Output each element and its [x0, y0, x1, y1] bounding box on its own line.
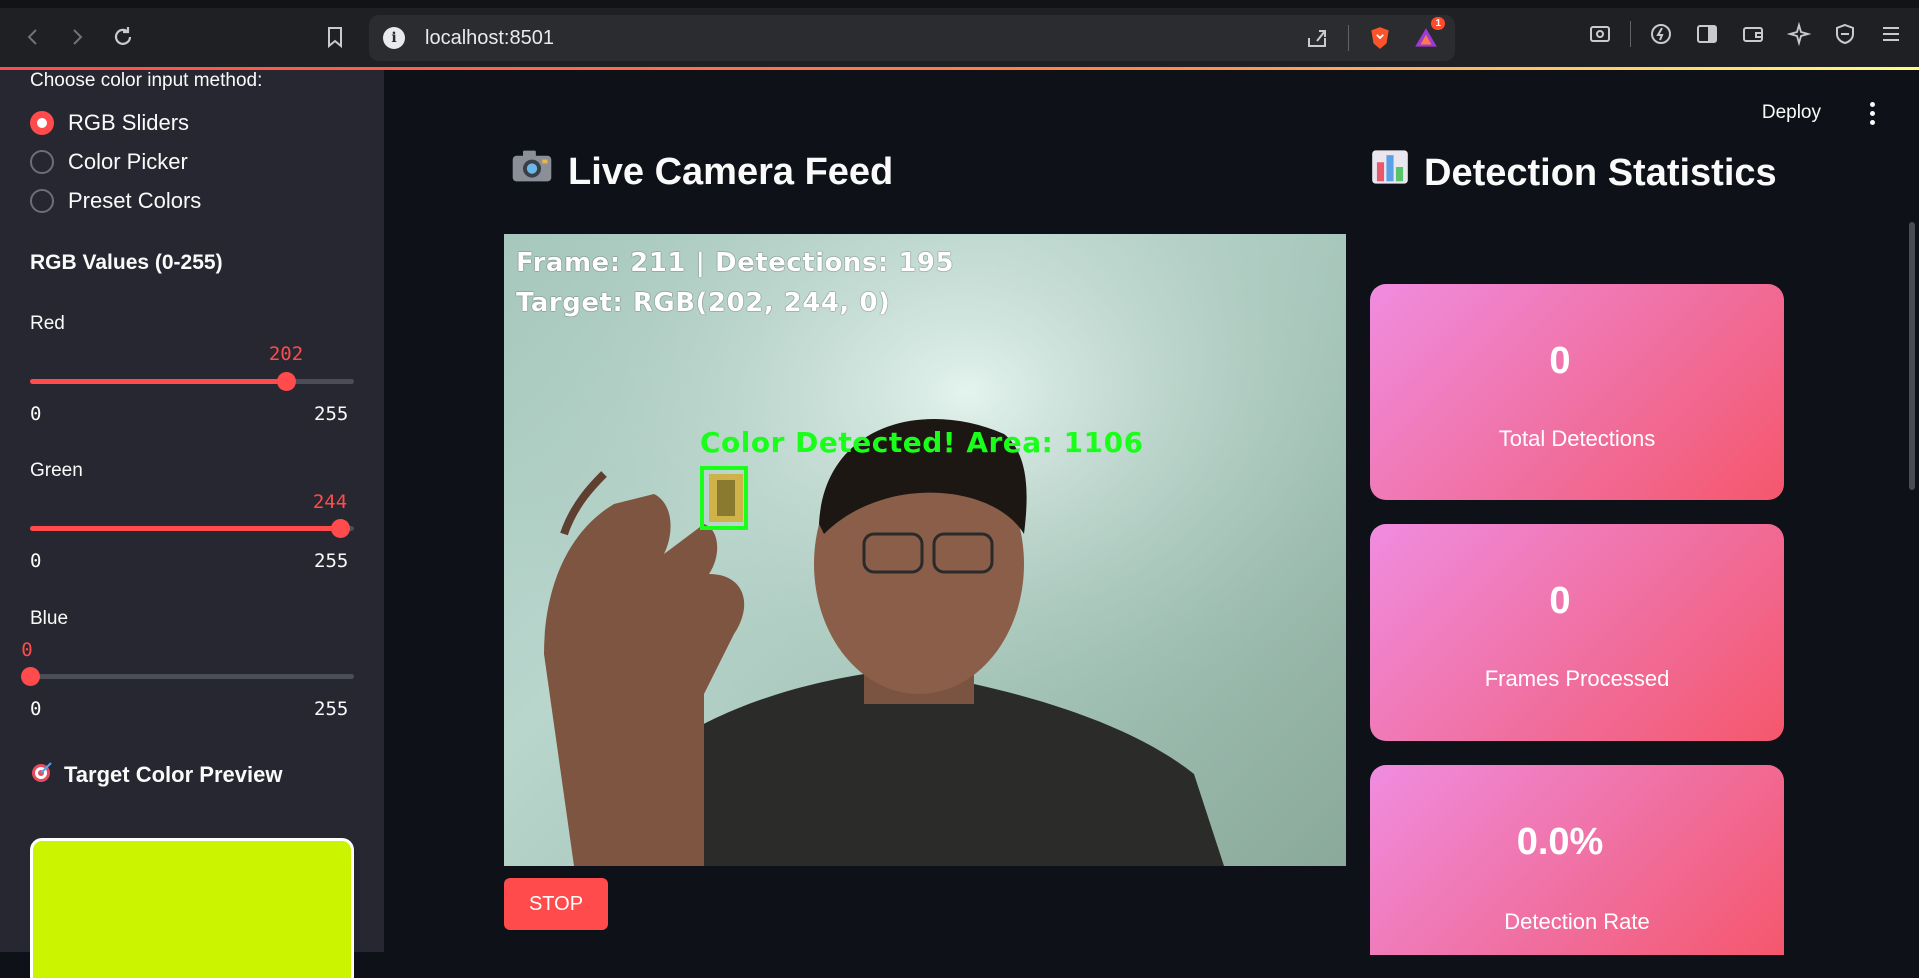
target-color-preview-heading: Target Color Preview	[30, 760, 282, 790]
green-slider-thumb[interactable]	[331, 519, 350, 538]
site-info-icon[interactable]: i	[383, 27, 405, 49]
url-text: localhost:8501	[425, 26, 554, 49]
forward-icon[interactable]	[60, 20, 94, 54]
green-slider-max: 255	[314, 550, 349, 572]
bookmark-icon[interactable]	[318, 20, 352, 54]
stat-label: Total Detections	[1498, 426, 1656, 451]
red-slider-max: 255	[314, 403, 349, 425]
blue-slider-thumb[interactable]	[21, 667, 40, 686]
radio-label: RGB Sliders	[68, 110, 190, 135]
green-slider-fill	[30, 526, 340, 531]
main-content: Deploy Live Camera Feed Frame: 211 | Det…	[384, 70, 1919, 955]
radio-rgb-sliders[interactable]: RGB Sliders	[30, 110, 189, 136]
stat-card-total-detections: 0 Total Detections	[1370, 284, 1784, 500]
reload-icon[interactable]	[106, 20, 140, 54]
stat-card-detection-rate: 0.0% Detection Rate	[1370, 765, 1784, 955]
search-page-icon[interactable]	[1584, 18, 1616, 50]
detection-statistics-title: Detection Statistics	[1370, 148, 1790, 199]
red-slider[interactable]	[30, 372, 354, 391]
stat-value: 0	[1549, 580, 1571, 622]
red-slider-value: 202	[268, 343, 304, 365]
target-icon	[30, 760, 54, 790]
camera-feed-title: Live Camera Feed	[510, 148, 893, 197]
target-color-swatch	[30, 838, 354, 978]
camera-title-text: Live Camera Feed	[568, 151, 894, 193]
radio-button[interactable]	[30, 150, 54, 174]
address-bar[interactable]: i localhost:8501 1	[369, 15, 1455, 61]
detection-label-overlay: Color Detected! Area: 1106	[700, 426, 1144, 459]
blue-slider-value: 0	[21, 639, 33, 661]
sidebar: Choose color input method: RGB Sliders C…	[0, 70, 384, 978]
divider	[1630, 21, 1631, 47]
sidebar-toggle-icon[interactable]	[1691, 18, 1723, 50]
stats-title-text: Detection Statistics	[1424, 152, 1777, 194]
stat-label: Detection Rate	[1504, 909, 1650, 934]
speed-icon[interactable]	[1645, 18, 1677, 50]
red-slider-label: Red	[30, 313, 65, 334]
browser-toolbar: i localhost:8501 1	[0, 0, 1919, 70]
brave-rewards-icon[interactable]: 1	[1411, 17, 1445, 53]
stat-card-frames-processed: 0 Frames Processed	[1370, 524, 1784, 741]
more-options-icon[interactable]	[1867, 102, 1877, 126]
rgb-values-heading: RGB Values (0-255)	[30, 251, 223, 274]
stat-value: 0.0%	[1516, 821, 1604, 863]
frame-counter-overlay: Frame: 211 | Detections: 195	[516, 248, 955, 278]
radio-color-picker[interactable]: Color Picker	[30, 149, 188, 175]
stop-button[interactable]: STOP	[504, 878, 608, 930]
vpn-shield-icon[interactable]	[1829, 18, 1861, 50]
blue-slider-max: 255	[314, 698, 349, 720]
input-method-label: Choose color input method:	[30, 70, 263, 91]
radio-label: Color Picker	[68, 149, 188, 174]
deploy-button[interactable]: Deploy	[1762, 102, 1821, 124]
blue-slider-label: Blue	[30, 608, 69, 629]
red-slider-fill	[30, 379, 286, 384]
green-slider-label: Green	[30, 460, 83, 481]
blue-slider[interactable]	[21, 667, 354, 686]
back-icon[interactable]	[16, 20, 50, 54]
notification-badge: 1	[1431, 17, 1445, 30]
brave-shield-icon[interactable]	[1365, 23, 1395, 53]
camera-feed: Frame: 211 | Detections: 195 Target: RGB…	[504, 234, 1346, 866]
green-slider-min: 0	[30, 550, 42, 572]
camera-icon	[510, 148, 554, 197]
main-scrollbar[interactable]	[1909, 222, 1915, 490]
radio-button[interactable]	[30, 189, 54, 213]
radio-preset-colors[interactable]: Preset Colors	[30, 188, 201, 214]
tab-strip	[0, 0, 1919, 8]
green-slider-value: 244	[312, 491, 348, 513]
radio-button-selected[interactable]	[30, 111, 54, 135]
green-slider[interactable]	[30, 519, 354, 538]
blue-slider-min: 0	[30, 698, 42, 720]
stat-value: 0	[1549, 340, 1571, 382]
detection-bounding-box	[700, 466, 748, 530]
red-slider-thumb[interactable]	[277, 372, 296, 391]
leo-ai-icon[interactable]	[1783, 18, 1815, 50]
radio-label: Preset Colors	[68, 188, 202, 213]
bar-chart-icon	[1370, 148, 1410, 199]
stat-label: Frames Processed	[1484, 666, 1670, 691]
red-slider-min: 0	[30, 403, 42, 425]
divider	[1348, 25, 1349, 51]
camera-frame-image	[504, 234, 1346, 866]
preview-heading-text: Target Color Preview	[64, 762, 283, 787]
share-icon[interactable]	[1302, 23, 1332, 53]
target-rgb-overlay: Target: RGB(202, 244, 0)	[516, 288, 891, 318]
wallet-icon[interactable]	[1737, 18, 1769, 50]
menu-icon[interactable]	[1875, 18, 1907, 50]
